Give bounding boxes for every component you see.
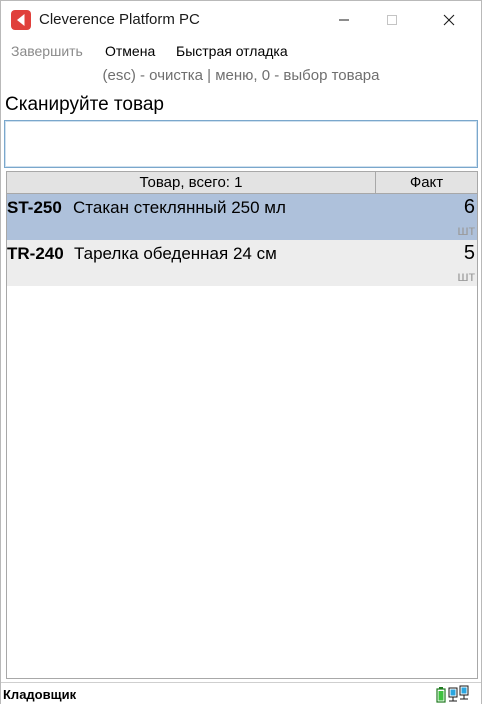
battery-icon (436, 687, 446, 703)
item-code: ST-250 (7, 198, 62, 217)
scan-input[interactable] (4, 120, 478, 168)
maximize-button[interactable] (369, 1, 415, 39)
menu-bar: Завершить Отмена Быстрая отладка (1, 39, 481, 63)
close-icon (443, 14, 455, 26)
title-bar[interactable]: Cleverence Platform PC (1, 1, 481, 39)
scan-prompt: Сканируйте товар (5, 94, 164, 115)
minimize-button[interactable] (321, 1, 367, 39)
close-button[interactable] (426, 1, 472, 39)
table-row[interactable]: ST-250 Стакан стеклянный 250 мл 6 шт (7, 194, 477, 240)
network-icon (448, 685, 469, 702)
item-name: Стакан стеклянный 250 мл (73, 198, 286, 217)
menu-item-cancel[interactable]: Отмена (105, 43, 155, 59)
item-quantity: 5 (463, 242, 475, 264)
cleverence-app-icon (11, 10, 31, 30)
item-quantity: 6 (463, 196, 475, 218)
column-header-fact[interactable]: Факт (376, 172, 477, 193)
status-icons (435, 685, 475, 703)
window-title: Cleverence Platform PC (39, 11, 200, 28)
menu-item-quick-debug[interactable]: Быстрая отладка (176, 43, 288, 59)
item-unit: шт (457, 268, 475, 284)
app-window: Cleverence Platform PC Завершить Отмена … (0, 0, 482, 704)
table-row[interactable]: TR-240 Тарелка обеденная 24 см 5 шт (7, 240, 477, 286)
item-name: Тарелка обеденная 24 см (74, 244, 277, 263)
items-table: Товар, всего: 1 Факт ST-250 Стакан стекл… (6, 171, 478, 679)
keyboard-hint: (esc) - очистка | меню, 0 - выбор товара (102, 67, 380, 84)
table-header: Товар, всего: 1 Факт (7, 172, 477, 194)
item-code: TR-240 (7, 244, 64, 263)
item-unit: шт (457, 222, 475, 238)
menu-item-finish[interactable]: Завершить (11, 43, 83, 59)
minimize-icon (339, 19, 349, 21)
maximize-icon (387, 15, 397, 25)
current-user: Кладовщик (3, 687, 77, 702)
status-bar: Кладовщик (1, 682, 481, 704)
column-header-product[interactable]: Товар, всего: 1 (7, 172, 376, 193)
